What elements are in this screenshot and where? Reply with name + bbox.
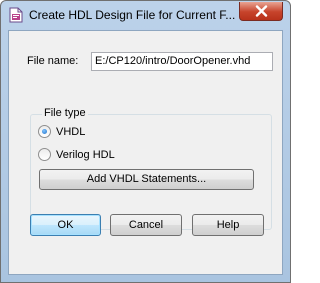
title-bar[interactable]: Create HDL Design File for Current F... bbox=[1, 1, 290, 29]
hdl-file-icon bbox=[9, 7, 23, 23]
dialog-window: Create HDL Design File for Current F... … bbox=[0, 0, 291, 283]
add-statements-button[interactable]: Add VHDL Statements... bbox=[39, 169, 254, 190]
cancel-button[interactable]: Cancel bbox=[110, 214, 182, 236]
radio-verilog-hdl[interactable] bbox=[38, 148, 51, 161]
file-name-label: File name: bbox=[27, 55, 79, 67]
close-button[interactable] bbox=[239, 2, 283, 21]
radio-selected-dot bbox=[42, 129, 47, 134]
close-icon bbox=[255, 5, 268, 17]
file-type-label: File type bbox=[42, 107, 88, 119]
option-verilog-hdl-label[interactable]: Verilog HDL bbox=[56, 149, 115, 161]
radio-vhdl[interactable] bbox=[38, 125, 51, 138]
file-name-field[interactable]: E:/CP120/intro/DoorOpener.vhd bbox=[91, 52, 273, 71]
dialog-body: File name: E:/CP120/intro/DoorOpener.vhd… bbox=[8, 30, 283, 275]
option-vhdl-label[interactable]: VHDL bbox=[56, 126, 85, 138]
window-title: Create HDL Design File for Current F... bbox=[29, 8, 235, 22]
ok-button[interactable]: OK bbox=[30, 214, 101, 236]
help-button[interactable]: Help bbox=[192, 214, 264, 236]
